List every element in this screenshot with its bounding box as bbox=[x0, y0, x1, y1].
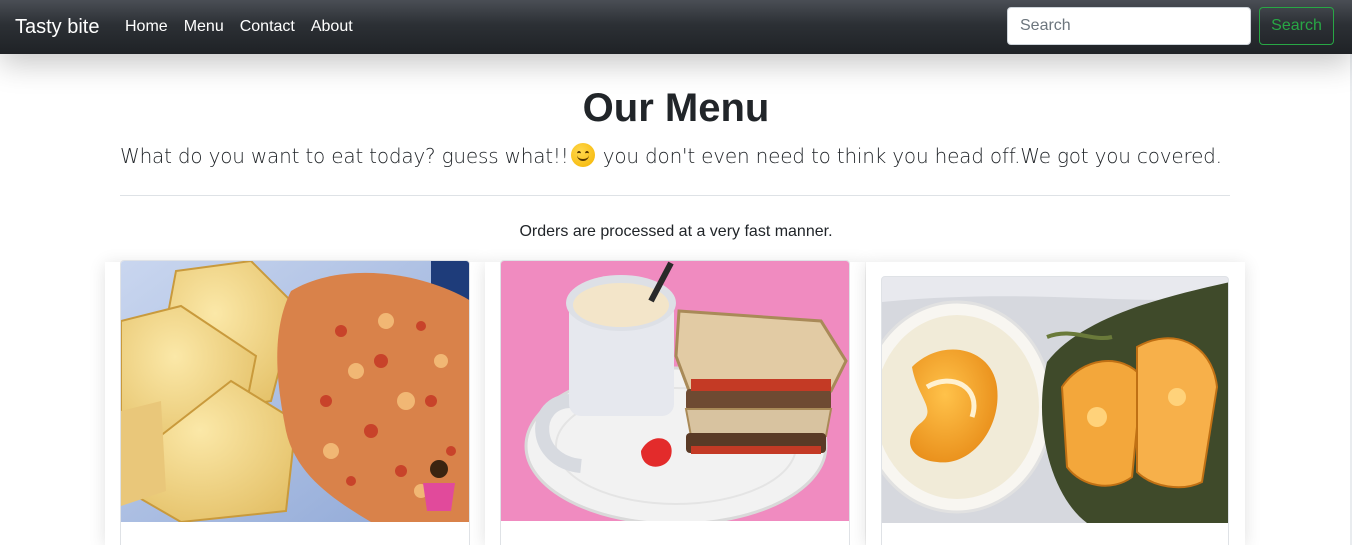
search-button[interactable]: Search bbox=[1259, 7, 1334, 45]
lead-text-start: What do you want to eat today? guess wha… bbox=[120, 144, 569, 168]
nav-contact[interactable]: Contact bbox=[240, 18, 295, 36]
smiling-face-emoji-icon bbox=[570, 143, 595, 167]
search-form: Search bbox=[1007, 7, 1334, 45]
food-image-pap-moimoi[interactable] bbox=[882, 277, 1229, 523]
menu-card-1[interactable] bbox=[120, 260, 470, 545]
brand-logo[interactable]: Tasty bite bbox=[15, 16, 125, 39]
lead-text-end: you don't even need to think you head of… bbox=[596, 144, 1222, 168]
page-title: Our Menu bbox=[582, 86, 770, 130]
menu-card-3[interactable] bbox=[881, 276, 1229, 545]
orders-note: Orders are processed at a very fast mann… bbox=[519, 223, 833, 240]
food-image-yam-egg-sauce[interactable] bbox=[121, 261, 470, 522]
nav-home[interactable]: Home bbox=[125, 18, 168, 36]
nav-menu[interactable]: Menu bbox=[184, 18, 224, 36]
food-image-tea-sandwich[interactable] bbox=[501, 261, 850, 521]
menu-card-2[interactable] bbox=[500, 260, 850, 545]
lead-text: What do you want to eat today? guess wha… bbox=[120, 143, 1230, 168]
search-input[interactable] bbox=[1007, 7, 1251, 45]
nav-links: Home Menu Contact About bbox=[125, 18, 369, 36]
nav-about[interactable]: About bbox=[311, 18, 353, 36]
divider bbox=[120, 195, 1230, 196]
navbar: Tasty bite Home Menu Contact About Searc… bbox=[0, 0, 1352, 54]
